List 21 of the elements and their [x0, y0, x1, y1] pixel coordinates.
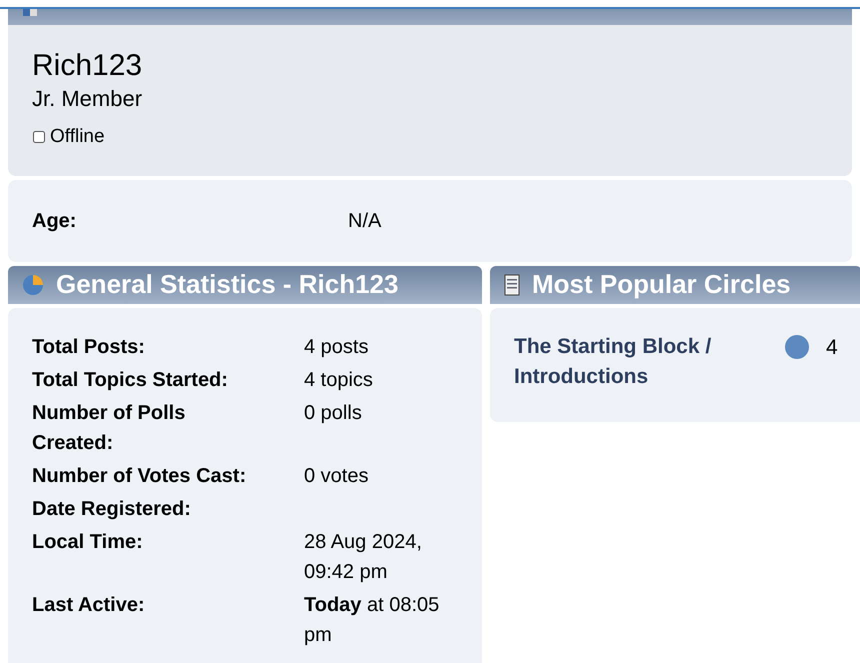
- member-rank: Jr. Member: [32, 85, 144, 113]
- stat-value: 0 polls: [304, 400, 363, 426]
- stat-value: Today at 08:05 pm: [304, 592, 440, 648]
- stat-label: Number of Polls Created:: [32, 400, 186, 456]
- stat-label: Total Posts:: [32, 334, 146, 360]
- stat-label: Total Topics Started:: [32, 368, 229, 392]
- section-title: Most Popular Circles: [532, 268, 791, 301]
- stat-label: Number of Votes Cast:: [32, 464, 248, 488]
- stat-value: 4 posts: [304, 334, 370, 360]
- status-label: Offline: [50, 125, 105, 149]
- circle-link[interactable]: The Starting Block / Introductions: [514, 332, 784, 392]
- username: Rich123: [32, 49, 144, 82]
- stat-label: Last Active:: [32, 592, 146, 618]
- field-value: N/A: [348, 208, 382, 234]
- stat-value: 0 votes: [304, 464, 370, 488]
- section-title: General Statistics - Rich123: [56, 268, 398, 301]
- field-label: Age:: [32, 208, 78, 234]
- stat-label: Local Time:: [32, 530, 144, 554]
- stat-value: 4 topics: [304, 368, 374, 392]
- post-count: 4: [826, 334, 838, 360]
- stat-label: Date Registered:: [32, 496, 192, 522]
